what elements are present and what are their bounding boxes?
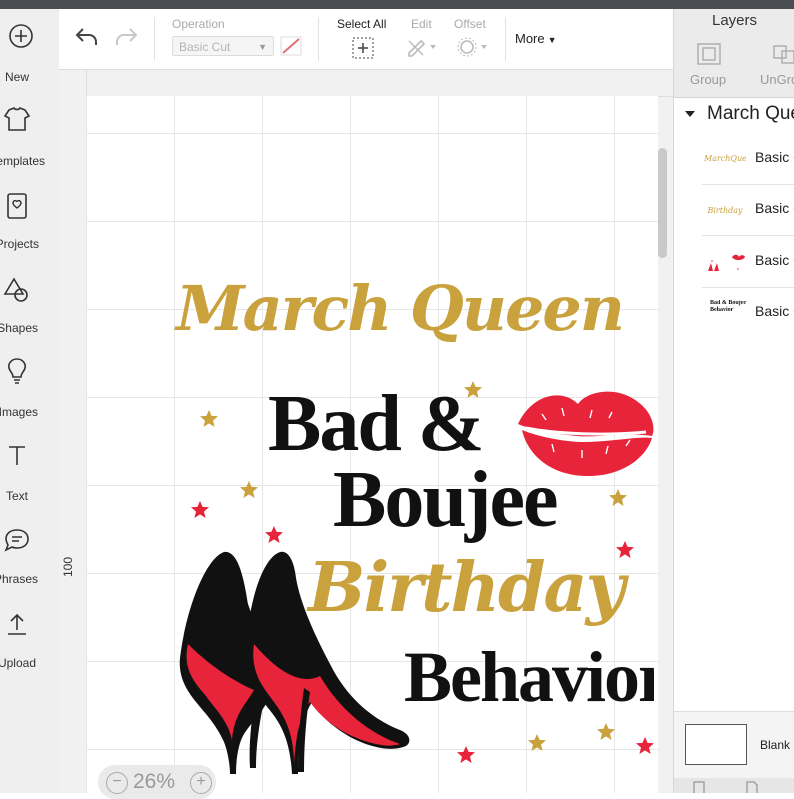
projects-icon (7, 193, 27, 219)
canvas-label: Blank Canvas (760, 738, 794, 752)
sidebar-item-templates[interactable]: Templates (0, 104, 59, 184)
ungroup-label: UnGroup (760, 72, 794, 87)
design-text-behavior[interactable]: Behavior (404, 637, 654, 717)
left-sidebar: New Templates Projects Shapes Images Tex… (0, 9, 60, 793)
sidebar-label: Images (0, 405, 38, 419)
sidebar-label: Projects (0, 237, 39, 251)
layer-item[interactable]: Bad & Boujee Behavior Basic Cut (702, 288, 794, 338)
sidebar-label: Shapes (0, 321, 38, 335)
layers-footer: Blank Canvas (674, 711, 794, 793)
design-clip: March Queen Bad & Boujee Birthday Behavi… (86, 96, 654, 793)
layers-panel: Layers Group UnGroup March Queen MarchQu… (673, 9, 794, 793)
redo-icon[interactable] (112, 25, 140, 49)
sidebar-label: New (4, 70, 29, 84)
layer-item[interactable]: MarchQueen Basic Cut (702, 134, 794, 185)
operation-select[interactable]: Basic Cut ▼ (172, 36, 274, 56)
plus-circle-icon (9, 24, 33, 48)
sidebar-label: Phrases (0, 572, 38, 586)
app-top-bar (0, 0, 794, 9)
sidebar-item-projects[interactable]: Projects (0, 187, 59, 267)
layer-name: Basic Cut (755, 303, 794, 319)
edit-icon[interactable] (406, 36, 438, 58)
offset-label: Offset (454, 17, 486, 31)
layer-item[interactable]: Basic Cut (702, 237, 794, 288)
sidebar-label: Text (5, 489, 28, 503)
edit-label: Edit (411, 17, 432, 31)
layer-name: Basic Cut (755, 252, 794, 268)
select-all-icon[interactable] (352, 37, 374, 59)
ungroup-icon[interactable] (772, 42, 794, 66)
sidebar-item-images[interactable]: Images (0, 355, 59, 435)
layer-group-row[interactable]: March Queen (674, 99, 794, 133)
zoom-control: − 26% + (98, 765, 216, 799)
more-label: More (515, 31, 545, 46)
sidebar-item-new[interactable]: New (0, 21, 59, 101)
zoom-value: 26% (133, 770, 176, 793)
undo-icon[interactable] (73, 25, 101, 49)
toolbar-divider (154, 17, 155, 61)
color-swatch-icon[interactable] (280, 36, 302, 56)
chevron-down-icon: ▼ (258, 42, 267, 52)
speech-bubble-icon (4, 529, 29, 552)
text-icon (9, 446, 25, 465)
canvas-color-swatch[interactable] (685, 724, 747, 765)
offset-icon[interactable] (455, 36, 489, 58)
operation-value: Basic Cut (179, 40, 231, 54)
select-all-label: Select All (337, 17, 387, 31)
toolbar-divider (505, 17, 506, 61)
horizontal-ruler (59, 70, 673, 97)
operation-label: Operation (172, 17, 225, 31)
group-icon[interactable] (696, 42, 722, 66)
vertical-ruler (59, 70, 87, 793)
layers-toolbar: Group UnGroup (674, 34, 794, 98)
ruler-mark: 100 (61, 556, 75, 577)
layer-name: Basic Cut (755, 149, 794, 165)
layers-panel-title: Layers (674, 9, 794, 34)
layer-name: Basic Cut (755, 200, 794, 216)
slice-icon[interactable] (692, 780, 708, 793)
layer-thumbnail: Birthday (707, 206, 743, 215)
sidebar-item-shapes[interactable]: Shapes (0, 271, 59, 351)
shapes-icon (3, 277, 28, 302)
layer-thumbnail: Bad & Boujee Behavior (710, 300, 746, 313)
more-menu[interactable]: More ▼ (515, 31, 557, 46)
upload-icon (8, 613, 26, 635)
toolbar-divider (318, 17, 319, 61)
layer-thumbnail-lips-heels (708, 254, 745, 271)
layer-item[interactable]: Birthday Basic Cut (702, 185, 794, 236)
top-toolbar: Operation Basic Cut ▼ Select All Edit Of… (59, 9, 673, 70)
duplicate-icon[interactable] (744, 780, 760, 793)
caret-down-icon: ▼ (547, 35, 557, 45)
design-text-birthday[interactable]: Birthday (308, 548, 625, 628)
group-label: Group (690, 72, 727, 87)
canvas-scrollbar[interactable] (658, 148, 667, 258)
sidebar-label: Upload (0, 656, 36, 670)
tshirt-icon (3, 106, 31, 131)
zoom-out-button[interactable]: − (106, 772, 128, 794)
layer-thumbnail: MarchQueen (704, 154, 746, 163)
layers-footer-bar (674, 778, 794, 793)
sidebar-label: Templates (0, 154, 45, 168)
zoom-in-button[interactable]: + (190, 772, 212, 794)
sidebar-item-phrases[interactable]: Phrases (0, 522, 59, 602)
caret-down-icon[interactable] (685, 111, 695, 117)
layer-group-name: March Queen (707, 103, 794, 124)
sidebar-item-upload[interactable]: Upload (0, 606, 59, 686)
lightbulb-icon (8, 358, 26, 384)
sidebar-item-text[interactable]: Text (0, 439, 59, 519)
